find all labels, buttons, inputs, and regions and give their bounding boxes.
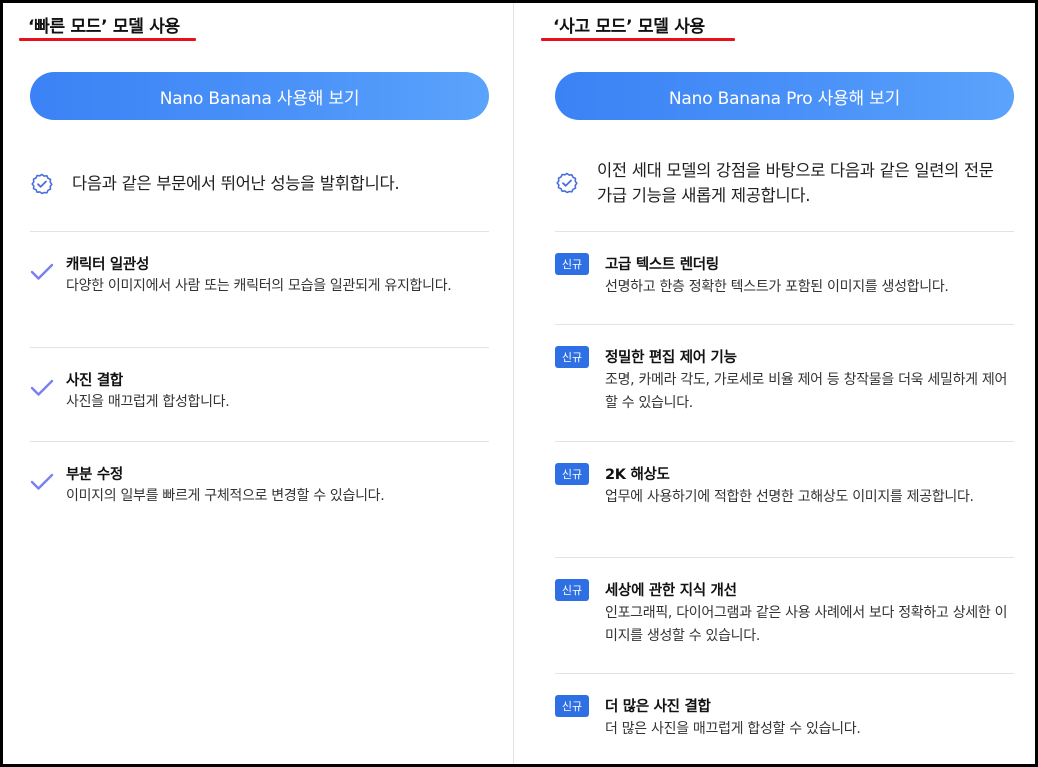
feature-description: 사진을 매끄럽게 합성합니다. — [66, 394, 230, 410]
new-badge: 신규 — [555, 579, 589, 601]
feature-description: 다양한 이미지에서 사람 또는 캐릭터의 모습을 일관되게 유지합니다. — [66, 278, 452, 294]
checkmark-icon — [30, 379, 54, 396]
feature-description: 선명하고 한층 정확한 텍스트가 포함된 이미지를 생성합니다. — [605, 279, 949, 295]
fast-mode-intro: 다음과 같은 부문에서 뛰어난 성능을 발휘합니다. — [30, 171, 400, 196]
feature-title: 세상에 관한 지식 개선 — [605, 583, 737, 599]
thinking-mode-intro-text: 이전 세대 모델의 강점을 바탕으로 다음과 같은 일련의 전문가급 기능을 새… — [597, 161, 994, 205]
feature-title: 부분 수정 — [66, 467, 123, 483]
new-badge: 신규 — [555, 346, 589, 368]
column-divider — [513, 3, 514, 764]
feature-description: 더 많은 사진을 매끄럽게 합성할 수 있습니다. — [605, 721, 861, 737]
fast-mode-intro-text: 다음과 같은 부문에서 뛰어난 성능을 발휘합니다. — [72, 174, 400, 193]
try-nano-banana-pro-button[interactable]: Nano Banana Pro 사용해 보기 — [555, 72, 1014, 120]
thinking-mode-title: ‘사고 모드’ 모델 사용 — [553, 17, 705, 37]
feature-title: 고급 텍스트 렌더링 — [605, 257, 719, 273]
thinking-mode-column: ‘사고 모드’ 모델 사용 Nano Banana Pro 사용해 보기 이전 … — [531, 3, 1035, 764]
fast-mode-title: ‘빠른 모드’ 모델 사용 — [28, 17, 180, 37]
comparison-panel: ‘빠른 모드’ 모델 사용 Nano Banana 사용해 보기 다음과 같은 … — [0, 0, 1038, 767]
new-badge: 신규 — [555, 463, 589, 485]
new-badge: 신규 — [555, 695, 589, 717]
feature-title: 더 많은 사진 결합 — [605, 699, 711, 715]
checkmark-icon — [30, 473, 54, 490]
title-underline — [541, 38, 735, 41]
divider — [555, 324, 1014, 325]
divider — [30, 347, 489, 348]
feature-title: 캐릭터 일관성 — [66, 257, 149, 273]
verified-badge-icon — [31, 173, 53, 194]
divider — [555, 673, 1014, 674]
try-nano-banana-button[interactable]: Nano Banana 사용해 보기 — [30, 72, 489, 120]
feature-description: 인포그래픽, 다이어그램과 같은 사용 사례에서 보다 정확하고 상세한 이미지… — [605, 605, 1008, 644]
feature-title: 2K 해상도 — [605, 467, 670, 483]
thinking-mode-intro: 이전 세대 모델의 강점을 바탕으로 다음과 같은 일련의 전문가급 기능을 새… — [555, 158, 1007, 208]
divider — [555, 231, 1014, 232]
title-underline — [19, 38, 196, 41]
divider — [30, 231, 489, 232]
feature-description: 업무에 사용하기에 적합한 선명한 고해상도 이미지를 제공합니다. — [605, 489, 974, 505]
verified-badge-icon — [556, 172, 578, 194]
checkmark-icon — [30, 263, 54, 280]
new-badge: 신규 — [555, 253, 589, 275]
divider — [30, 441, 489, 442]
fast-mode-column: ‘빠른 모드’ 모델 사용 Nano Banana 사용해 보기 다음과 같은 … — [6, 3, 513, 764]
feature-description: 이미지의 일부를 빠르게 구체적으로 변경할 수 있습니다. — [66, 488, 385, 504]
divider — [555, 441, 1014, 442]
feature-title: 정밀한 편집 제어 기능 — [605, 350, 737, 366]
feature-description: 조명, 카메라 각도, 가로세로 비율 제어 등 창작물을 더욱 세밀하게 제어… — [605, 372, 1008, 411]
divider — [555, 557, 1014, 558]
feature-title: 사진 결합 — [66, 373, 123, 389]
